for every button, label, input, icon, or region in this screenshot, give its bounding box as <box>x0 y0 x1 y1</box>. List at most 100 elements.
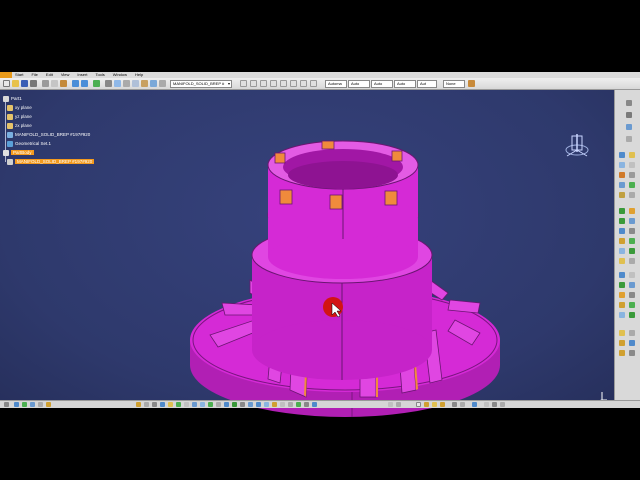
tool-icon[interactable] <box>272 402 277 407</box>
tool-icon[interactable] <box>424 402 429 407</box>
tool-icon[interactable] <box>388 402 393 407</box>
tree-item-zx-plane[interactable]: zx plane <box>3 121 94 130</box>
cut-icon[interactable] <box>42 80 49 87</box>
tool-g-icon[interactable] <box>240 80 247 87</box>
tool-icon[interactable] <box>432 402 437 407</box>
tool-icon[interactable] <box>629 172 635 178</box>
tool-icon[interactable] <box>200 402 205 407</box>
tool-icon[interactable] <box>626 136 632 142</box>
tool-icon[interactable] <box>136 402 141 407</box>
tool-icon[interactable] <box>629 350 635 356</box>
tool-icon[interactable] <box>626 124 632 130</box>
tool-icon[interactable] <box>460 402 465 407</box>
tool-icon[interactable] <box>619 238 625 244</box>
tool-icon[interactable] <box>224 402 229 407</box>
tool-n-icon[interactable] <box>310 80 317 87</box>
compass-icon[interactable] <box>562 130 592 164</box>
tool-icon[interactable] <box>619 330 625 336</box>
tool-icon[interactable] <box>440 402 445 407</box>
redo-icon[interactable] <box>81 80 88 87</box>
tool-icon[interactable] <box>629 312 635 318</box>
paste-icon[interactable] <box>60 80 67 87</box>
tool-icon[interactable] <box>492 402 497 407</box>
tool-icon[interactable] <box>629 218 635 224</box>
tool-icon[interactable] <box>500 402 505 407</box>
line-weight-select[interactable]: Auto <box>371 80 393 88</box>
tool-d-icon[interactable] <box>141 80 148 87</box>
tool-icon[interactable] <box>472 402 477 407</box>
tree-item-body[interactable]: MANIFOLD_SOLID_BREP #197#920 <box>3 130 94 139</box>
tree-item-part[interactable]: Part1 <box>3 94 94 103</box>
tool-f-icon[interactable] <box>159 80 166 87</box>
tool-icon[interactable] <box>216 402 221 407</box>
tool-icon[interactable] <box>629 162 635 168</box>
tool-icon[interactable] <box>619 192 625 198</box>
tool-icon[interactable] <box>629 272 635 278</box>
tool-icon[interactable] <box>304 402 309 407</box>
tool-icon[interactable] <box>296 402 301 407</box>
point-select[interactable]: Aut <box>417 80 437 88</box>
tool-icon[interactable] <box>619 228 625 234</box>
tool-i-icon[interactable] <box>260 80 267 87</box>
tool-icon[interactable] <box>396 402 401 407</box>
tool-icon[interactable] <box>192 402 197 407</box>
tool-icon[interactable] <box>264 402 269 407</box>
tool-icon[interactable] <box>160 402 165 407</box>
tool-icon[interactable] <box>619 340 625 346</box>
tool-icon[interactable] <box>619 208 625 214</box>
line-type-select[interactable]: Auto <box>394 80 416 88</box>
tool-icon[interactable] <box>626 100 632 106</box>
tool-j-icon[interactable] <box>270 80 277 87</box>
tool-icon[interactable] <box>619 248 625 254</box>
tool-e-icon[interactable] <box>150 80 157 87</box>
body-select[interactable]: MANIFOLD_SOLID_BREP # ▾ <box>170 80 232 88</box>
tree-item-geometrical-set[interactable]: Geometrical Set.1 <box>3 139 94 148</box>
tool-icon[interactable] <box>4 402 9 407</box>
tool-icon[interactable] <box>256 402 261 407</box>
3d-viewport[interactable]: Part1 xy plane yz plane zx plane MANIFOL… <box>0 90 614 417</box>
copy-icon[interactable] <box>51 80 58 87</box>
tool-icon[interactable] <box>152 402 157 407</box>
tool-icon[interactable] <box>629 238 635 244</box>
tool-icon[interactable] <box>30 402 35 407</box>
tool-l-icon[interactable] <box>290 80 297 87</box>
tool-icon[interactable] <box>46 402 51 407</box>
tool-icon[interactable] <box>619 182 625 188</box>
tool-icon[interactable] <box>168 402 173 407</box>
tool-b-icon[interactable] <box>123 80 130 87</box>
tool-icon[interactable] <box>619 172 625 178</box>
tool-a-icon[interactable] <box>114 80 121 87</box>
tool-icon[interactable] <box>619 350 625 356</box>
tool-icon[interactable] <box>619 272 625 278</box>
tool-icon[interactable] <box>629 258 635 264</box>
tool-icon[interactable] <box>629 330 635 336</box>
tool-icon[interactable] <box>629 192 635 198</box>
tool-icon[interactable] <box>619 302 625 308</box>
tool-icon[interactable] <box>629 182 635 188</box>
tool-icon[interactable] <box>619 312 625 318</box>
tool-icon[interactable] <box>248 402 253 407</box>
tool-icon[interactable] <box>208 402 213 407</box>
tool-h-icon[interactable] <box>250 80 257 87</box>
tool-icon[interactable] <box>232 402 237 407</box>
tool-icon[interactable] <box>144 402 149 407</box>
tool-icon[interactable] <box>280 402 285 407</box>
print-icon[interactable] <box>30 80 37 87</box>
tool-icon[interactable] <box>629 152 635 158</box>
tool-icon[interactable] <box>629 248 635 254</box>
tool-icon[interactable] <box>38 402 43 407</box>
tool-icon[interactable] <box>312 402 317 407</box>
tool-icon[interactable] <box>629 208 635 214</box>
tool-icon[interactable] <box>240 402 245 407</box>
tool-icon[interactable] <box>22 402 27 407</box>
new-icon[interactable] <box>3 80 10 87</box>
tool-icon[interactable] <box>626 112 632 118</box>
tree-item-partbody[interactable]: PartBody <box>3 148 94 157</box>
tree-item-yz-plane[interactable]: yz plane <box>3 112 94 121</box>
tool-icon[interactable] <box>176 402 181 407</box>
tool-icon[interactable] <box>14 402 19 407</box>
tool-k-icon[interactable] <box>280 80 287 87</box>
tool-icon[interactable] <box>619 218 625 224</box>
tree-item-xy-plane[interactable]: xy plane <box>3 103 94 112</box>
tool-icon[interactable] <box>629 292 635 298</box>
